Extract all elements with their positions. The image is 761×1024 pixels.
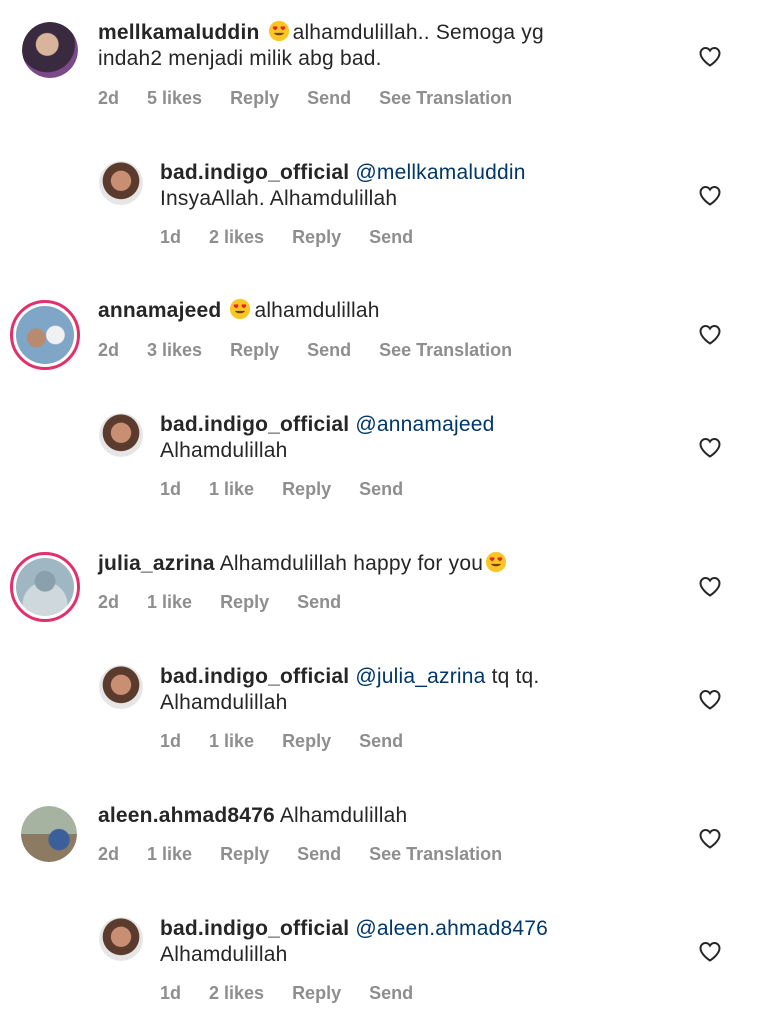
likes-count[interactable]: 1 like: [209, 479, 254, 499]
mention-link[interactable]: @julia_azrina: [355, 665, 485, 688]
heart-icon[interactable]: [698, 827, 722, 849]
avatar[interactable]: [22, 22, 78, 78]
comment-time: 2d: [98, 844, 120, 864]
comment-meta: 1d 2 likes Reply Send: [160, 982, 441, 1004]
mention-link[interactable]: @aleen.ahmad8476: [355, 917, 548, 940]
heart-icon[interactable]: [698, 575, 722, 597]
comment-meta: 2d 5 likes Reply Send See Translation: [98, 87, 540, 109]
see-translation-button[interactable]: See Translation: [379, 88, 512, 108]
see-translation-button[interactable]: See Translation: [379, 340, 512, 360]
comment-text: bad.indigo_official @aleen.ahmad8476 Alh…: [160, 917, 549, 966]
username[interactable]: julia_azrina: [98, 552, 215, 575]
send-button[interactable]: Send: [307, 340, 351, 360]
heart-icon[interactable]: [698, 323, 722, 345]
reply-button[interactable]: Reply: [282, 731, 331, 751]
reply-button[interactable]: Reply: [282, 479, 331, 499]
heart-icon[interactable]: [698, 45, 722, 67]
comment-meta: 1d 1 like Reply Send: [160, 478, 431, 500]
comment-time: 1d: [160, 983, 182, 1003]
comment-meta: 1d 2 likes Reply Send: [160, 226, 441, 248]
heart-eyes-emoji-icon: [485, 551, 507, 573]
send-button[interactable]: Send: [359, 479, 403, 499]
comment-meta: 2d 1 like Reply Send See Translation: [98, 843, 530, 865]
likes-count[interactable]: 1 like: [209, 731, 254, 751]
send-button[interactable]: Send: [369, 227, 413, 247]
likes-count[interactable]: 2 likes: [209, 227, 264, 247]
likes-count[interactable]: 5 likes: [147, 88, 202, 108]
send-button[interactable]: Send: [307, 88, 351, 108]
comment-text: bad.indigo_official @mellkamaluddin Insy…: [160, 161, 526, 210]
reply-button[interactable]: Reply: [230, 340, 279, 360]
username[interactable]: bad.indigo_official: [160, 665, 349, 688]
send-button[interactable]: Send: [297, 592, 341, 612]
avatar[interactable]: [99, 665, 143, 709]
heart-icon[interactable]: [698, 940, 722, 962]
avatar[interactable]: [21, 806, 77, 862]
comment-meta: 2d 3 likes Reply Send See Translation: [98, 339, 540, 361]
comment-text: mellkamaluddin alhamdulillah.. Semoga yg…: [98, 20, 544, 70]
comment-time: 2d: [98, 88, 120, 108]
mention-link[interactable]: @mellkamaluddin: [355, 161, 525, 184]
likes-count[interactable]: 1 like: [147, 592, 192, 612]
avatar[interactable]: [99, 413, 143, 457]
avatar[interactable]: [99, 161, 143, 205]
heart-eyes-emoji-icon: [268, 20, 290, 42]
send-button[interactable]: Send: [359, 731, 403, 751]
reply-button[interactable]: Reply: [292, 227, 341, 247]
comment-text: bad.indigo_official @julia_azrina tq tq.…: [160, 665, 540, 714]
username[interactable]: bad.indigo_official: [160, 413, 349, 436]
reply-button[interactable]: Reply: [220, 844, 269, 864]
comment-text: annamajeed alhamdulillah: [98, 298, 380, 322]
avatar[interactable]: [99, 917, 143, 961]
comment-meta: 1d 1 like Reply Send: [160, 730, 431, 752]
send-button[interactable]: Send: [369, 983, 413, 1003]
send-button[interactable]: Send: [297, 844, 341, 864]
comment-time: 1d: [160, 227, 182, 247]
username[interactable]: annamajeed: [98, 299, 221, 322]
likes-count[interactable]: 2 likes: [209, 983, 264, 1003]
comment-time: 1d: [160, 731, 182, 751]
heart-icon[interactable]: [698, 436, 722, 458]
comment-text: aleen.ahmad8476 Alhamdulillah: [98, 804, 408, 827]
username[interactable]: aleen.ahmad8476: [98, 804, 275, 827]
comment-time: 2d: [98, 592, 120, 612]
reply-button[interactable]: Reply: [220, 592, 269, 612]
heart-icon[interactable]: [698, 184, 722, 206]
heart-icon[interactable]: [698, 688, 722, 710]
heart-eyes-emoji-icon: [229, 298, 251, 320]
likes-count[interactable]: 3 likes: [147, 340, 202, 360]
username[interactable]: mellkamaluddin: [98, 21, 260, 44]
avatar[interactable]: [10, 552, 80, 622]
comment-time: 1d: [160, 479, 182, 499]
reply-button[interactable]: Reply: [230, 88, 279, 108]
reply-button[interactable]: Reply: [292, 983, 341, 1003]
comment-meta: 2d 1 like Reply Send: [98, 591, 369, 613]
username[interactable]: bad.indigo_official: [160, 161, 349, 184]
likes-count[interactable]: 1 like: [147, 844, 192, 864]
see-translation-button[interactable]: See Translation: [369, 844, 502, 864]
comment-text: bad.indigo_official @annamajeed Alhamdul…: [160, 413, 495, 462]
username[interactable]: bad.indigo_official: [160, 917, 349, 940]
comment-time: 2d: [98, 340, 120, 360]
comment-text: julia_azrina Alhamdulillah happy for you: [98, 551, 678, 577]
avatar[interactable]: [10, 300, 80, 370]
mention-link[interactable]: @annamajeed: [355, 413, 494, 436]
